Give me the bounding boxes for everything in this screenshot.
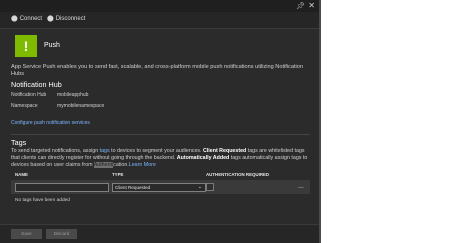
connect-button[interactable]: ⬤ Connect bbox=[11, 15, 43, 23]
namespace-label: Namespace bbox=[11, 103, 38, 109]
command-bar: ⬤ Connect ⬤ Disconnect bbox=[0, 12, 319, 29]
connect-icon: ⬤ bbox=[11, 16, 18, 22]
disconnect-icon: ⬤ bbox=[47, 16, 54, 22]
blade-titlebar: 📌︎ ✕ bbox=[0, 0, 319, 12]
blade-footer: Save Discard bbox=[0, 224, 319, 243]
tags-heading: Tags bbox=[11, 138, 27, 147]
tag-type-value: Client Requested bbox=[115, 185, 151, 190]
push-blade: 📌︎ ✕ ⬤ Connect ⬤ Disconnect ! Push App S… bbox=[0, 0, 319, 243]
pin-icon[interactable]: 📌︎ bbox=[296, 2, 305, 10]
page-title: Push bbox=[44, 42, 60, 49]
chevron-down-icon: ⌄ bbox=[197, 184, 202, 190]
notification-hub-heading: Notification Hub bbox=[11, 80, 62, 89]
tag-name-input[interactable] bbox=[15, 183, 109, 192]
more-options-button[interactable]: ... bbox=[298, 183, 304, 190]
divider bbox=[11, 134, 310, 135]
tags-link[interactable]: tags bbox=[100, 148, 110, 154]
background-area bbox=[321, 0, 474, 243]
tags-description: To send targeted notifications, assign t… bbox=[11, 148, 308, 168]
connect-label: Connect bbox=[19, 15, 43, 22]
learn-more-link[interactable]: Learn More bbox=[129, 162, 156, 168]
close-icon[interactable]: ✕ bbox=[308, 1, 315, 10]
disconnect-button[interactable]: ⬤ Disconnect bbox=[47, 15, 86, 23]
auth-required-checkbox[interactable] bbox=[206, 183, 214, 191]
column-header-name: NAME bbox=[15, 172, 28, 177]
namespace-value: mymobilenamespace bbox=[57, 103, 105, 109]
empty-tags-message: No tags have been added bbox=[15, 198, 70, 203]
column-header-auth: AUTHENTICATION REQUIRED bbox=[206, 172, 270, 177]
configure-push-link[interactable]: Configure push notification services bbox=[11, 120, 90, 126]
column-header-type: TYPE bbox=[112, 172, 124, 177]
push-service-icon: ! bbox=[15, 35, 37, 57]
blade-border bbox=[319, 0, 321, 243]
disconnect-label: Disconnect bbox=[55, 15, 86, 22]
discard-button[interactable]: Discard bbox=[46, 229, 77, 239]
hub-label: Notification Hub bbox=[11, 92, 47, 98]
push-description: App Service Push enables you to send fas… bbox=[11, 64, 303, 77]
hub-value: mobileapphub bbox=[57, 92, 89, 98]
save-button[interactable]: Save bbox=[11, 229, 42, 239]
tag-type-select[interactable]: Client Requested ⌄ bbox=[112, 183, 206, 192]
